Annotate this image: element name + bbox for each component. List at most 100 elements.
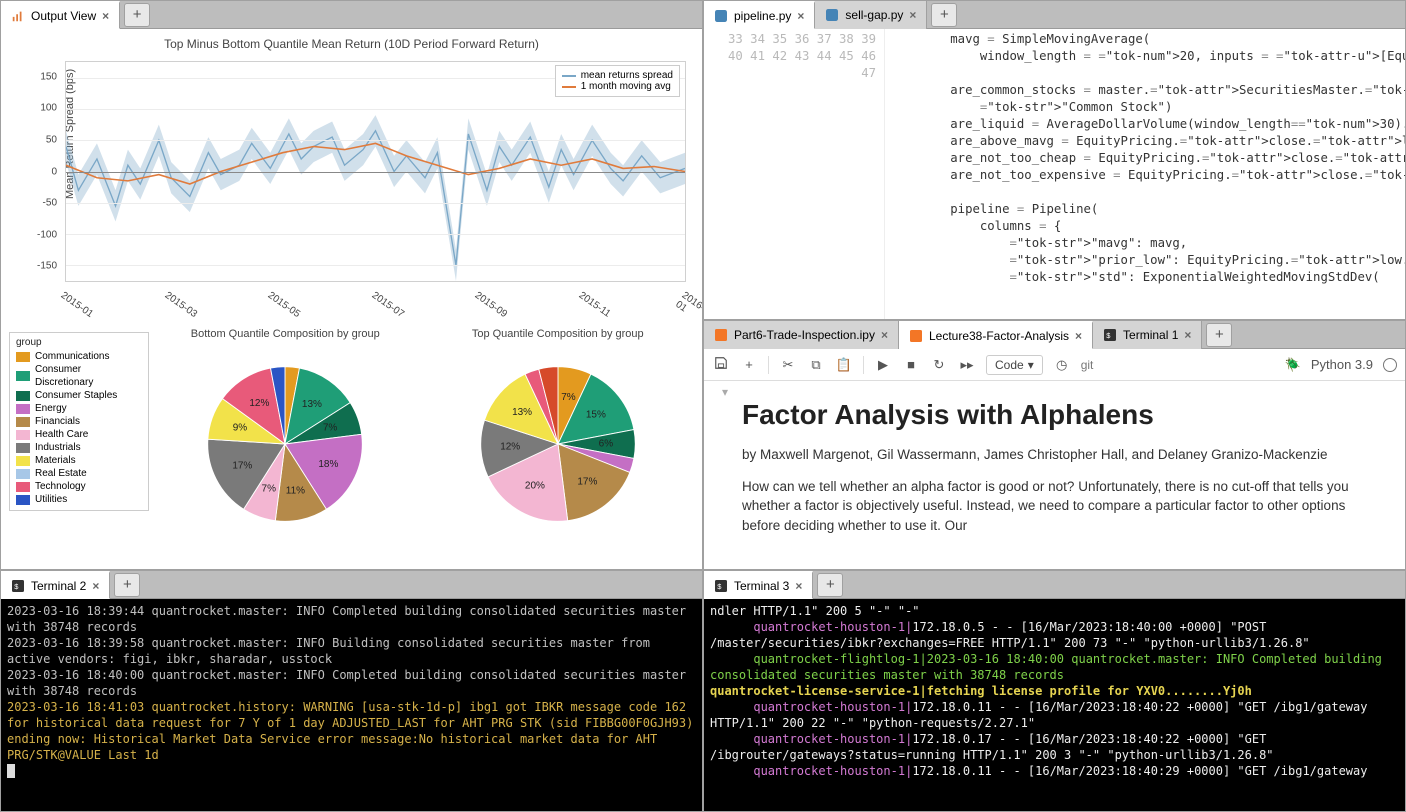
terminal2-body[interactable]: 2023-03-16 18:39:44 quantrocket.master: …	[1, 599, 702, 811]
svg-text:7%: 7%	[262, 484, 277, 495]
pies-row: group CommunicationsConsumer Discretiona…	[9, 326, 694, 556]
spread-chart: Top Minus Bottom Quantile Mean Return (1…	[9, 37, 694, 322]
notebook-toolbar: + ✂ ⧉ 📋 ▶ ■ ↻ ▸▸ Code ▾ ◷ git 🪲 Python 3…	[704, 349, 1405, 381]
legend-item: mean returns spread	[581, 70, 673, 81]
editor-panel: pipeline.py × sell-gap.py × + 33 34 35 3…	[703, 0, 1406, 320]
tab-terminal1[interactable]: $ Terminal 1 ×	[1093, 321, 1202, 349]
close-icon[interactable]: ×	[797, 9, 804, 23]
code-editor[interactable]: 33 34 35 36 37 38 39 40 41 42 43 44 45 4…	[704, 29, 1405, 319]
tab-terminal3[interactable]: $ Terminal 3 ×	[704, 571, 813, 599]
command-palette-button[interactable]: ◷	[1053, 357, 1071, 373]
notebook-body[interactable]: ▾ Factor Analysis with Alphalens by Maxw…	[704, 381, 1405, 555]
tab-output-view[interactable]: Output View ×	[1, 1, 120, 29]
close-icon[interactable]: ×	[795, 579, 802, 593]
output-tabbar: Output View × +	[1, 1, 702, 29]
tab-label: Terminal 3	[734, 579, 789, 593]
svg-text:12%: 12%	[250, 398, 270, 409]
notebook-byline: by Maxwell Margenot, Gil Wassermann, Jam…	[742, 445, 1379, 465]
run-button[interactable]: ▶	[874, 357, 892, 373]
output-body: Top Minus Bottom Quantile Mean Return (1…	[1, 29, 702, 569]
legend-row: Real Estate	[16, 467, 142, 480]
add-tab-button[interactable]: +	[1206, 323, 1232, 347]
chart-title: Top Minus Bottom Quantile Mean Return (1…	[9, 37, 694, 51]
pie-title: Top Quantile Composition by group	[472, 328, 644, 340]
close-icon[interactable]: ×	[1184, 328, 1191, 342]
terminal-icon: $	[1103, 328, 1117, 342]
legend-row: Energy	[16, 402, 142, 415]
fast-forward-button[interactable]: ▸▸	[958, 357, 976, 373]
terminal2-tabbar: $ Terminal 2 × +	[1, 571, 702, 599]
svg-text:12%: 12%	[500, 442, 520, 453]
paste-button[interactable]: 📋	[835, 357, 853, 373]
add-tab-button[interactable]: +	[124, 3, 150, 27]
legend-row: Industrials	[16, 441, 142, 454]
close-icon[interactable]: ×	[102, 9, 109, 23]
svg-text:17%: 17%	[233, 460, 253, 471]
tab-part6[interactable]: Part6-Trade-Inspection.ipy ×	[704, 321, 899, 349]
svg-text:11%: 11%	[286, 485, 305, 496]
close-icon[interactable]: ×	[92, 579, 99, 593]
tab-lecture38[interactable]: Lecture38-Factor-Analysis ×	[899, 321, 1093, 349]
pie-chart: 7%15%6%17%20%12%13%	[458, 344, 658, 544]
pie-legend: group CommunicationsConsumer Discretiona…	[9, 332, 149, 511]
svg-text:6%: 6%	[598, 439, 613, 450]
tab-label: sell-gap.py	[845, 8, 903, 22]
legend-item: 1 month moving avg	[581, 81, 671, 92]
stop-button[interactable]: ■	[902, 357, 920, 372]
svg-text:7%: 7%	[561, 392, 576, 403]
bug-icon[interactable]: 🪲	[1285, 357, 1301, 373]
editor-tabbar: pipeline.py × sell-gap.py × +	[704, 1, 1405, 29]
legend-row: Communications	[16, 350, 142, 363]
notebook-icon	[714, 328, 728, 342]
cell-type-label: Code	[995, 358, 1024, 372]
legend-row: Health Care	[16, 428, 142, 441]
tab-label: pipeline.py	[734, 9, 791, 23]
python-icon	[714, 9, 728, 23]
add-cell-button[interactable]: +	[740, 357, 758, 372]
svg-text:20%: 20%	[525, 481, 545, 492]
notebook-paragraph: How can we tell whether an alpha factor …	[742, 477, 1379, 536]
cell-type-select[interactable]: Code ▾	[986, 355, 1043, 375]
terminal3-panel: $ Terminal 3 × + ndler HTTP/1.1" 200 5 "…	[703, 570, 1406, 812]
y-ticks: -150-100-50050100150	[9, 61, 61, 282]
kernel-name[interactable]: Python 3.9	[1311, 357, 1373, 372]
tab-sell-gap-py[interactable]: sell-gap.py ×	[815, 1, 927, 29]
svg-text:15%: 15%	[586, 409, 606, 420]
close-icon[interactable]: ×	[1075, 329, 1082, 343]
tab-pipeline-py[interactable]: pipeline.py ×	[704, 1, 815, 29]
add-tab-button[interactable]: +	[114, 573, 140, 597]
tab-label: Terminal 1	[1123, 328, 1178, 342]
x-ticks: 2015-012015-032015-052015-072015-092015-…	[65, 284, 686, 322]
kernel-status-circle	[1383, 358, 1397, 372]
terminal3-body[interactable]: ndler HTTP/1.1" 200 5 "-" "-" quantrocke…	[704, 599, 1405, 811]
tab-terminal2[interactable]: $ Terminal 2 ×	[1, 571, 110, 599]
cut-button[interactable]: ✂	[779, 357, 797, 373]
code-content[interactable]: mavg = SimpleMovingAverage( window_lengt…	[885, 29, 1405, 319]
pie-chart: 13%7%18%11%7%17%9%12%	[185, 344, 385, 544]
legend-row: Utilities	[16, 493, 142, 506]
close-icon[interactable]: ×	[881, 328, 888, 342]
terminal3-tabbar: $ Terminal 3 × +	[704, 571, 1405, 599]
add-tab-button[interactable]: +	[931, 3, 957, 27]
svg-text:17%: 17%	[577, 476, 597, 487]
collapse-caret-icon[interactable]: ▾	[722, 385, 728, 399]
restart-button[interactable]: ↻	[930, 357, 948, 373]
svg-text:7%: 7%	[323, 422, 338, 433]
legend-row: Consumer Staples	[16, 389, 142, 402]
chart-legend: mean returns spread 1 month moving avg	[555, 65, 680, 97]
tab-label: Lecture38-Factor-Analysis	[929, 329, 1069, 343]
copy-button[interactable]: ⧉	[807, 357, 825, 373]
chevron-down-icon: ▾	[1028, 358, 1034, 372]
terminal2-panel: $ Terminal 2 × + 2023-03-16 18:39:44 qua…	[0, 570, 703, 812]
terminal-icon: $	[11, 579, 25, 593]
add-tab-button[interactable]: +	[817, 573, 843, 597]
terminal-icon: $	[714, 579, 728, 593]
git-label[interactable]: git	[1081, 358, 1094, 372]
svg-text:9%: 9%	[233, 422, 248, 433]
tab-label: Output View	[31, 9, 96, 23]
legend-row: Financials	[16, 415, 142, 428]
close-icon[interactable]: ×	[909, 8, 916, 22]
tab-label: Terminal 2	[31, 579, 86, 593]
save-button[interactable]	[712, 356, 730, 373]
legend-title: group	[16, 337, 142, 348]
